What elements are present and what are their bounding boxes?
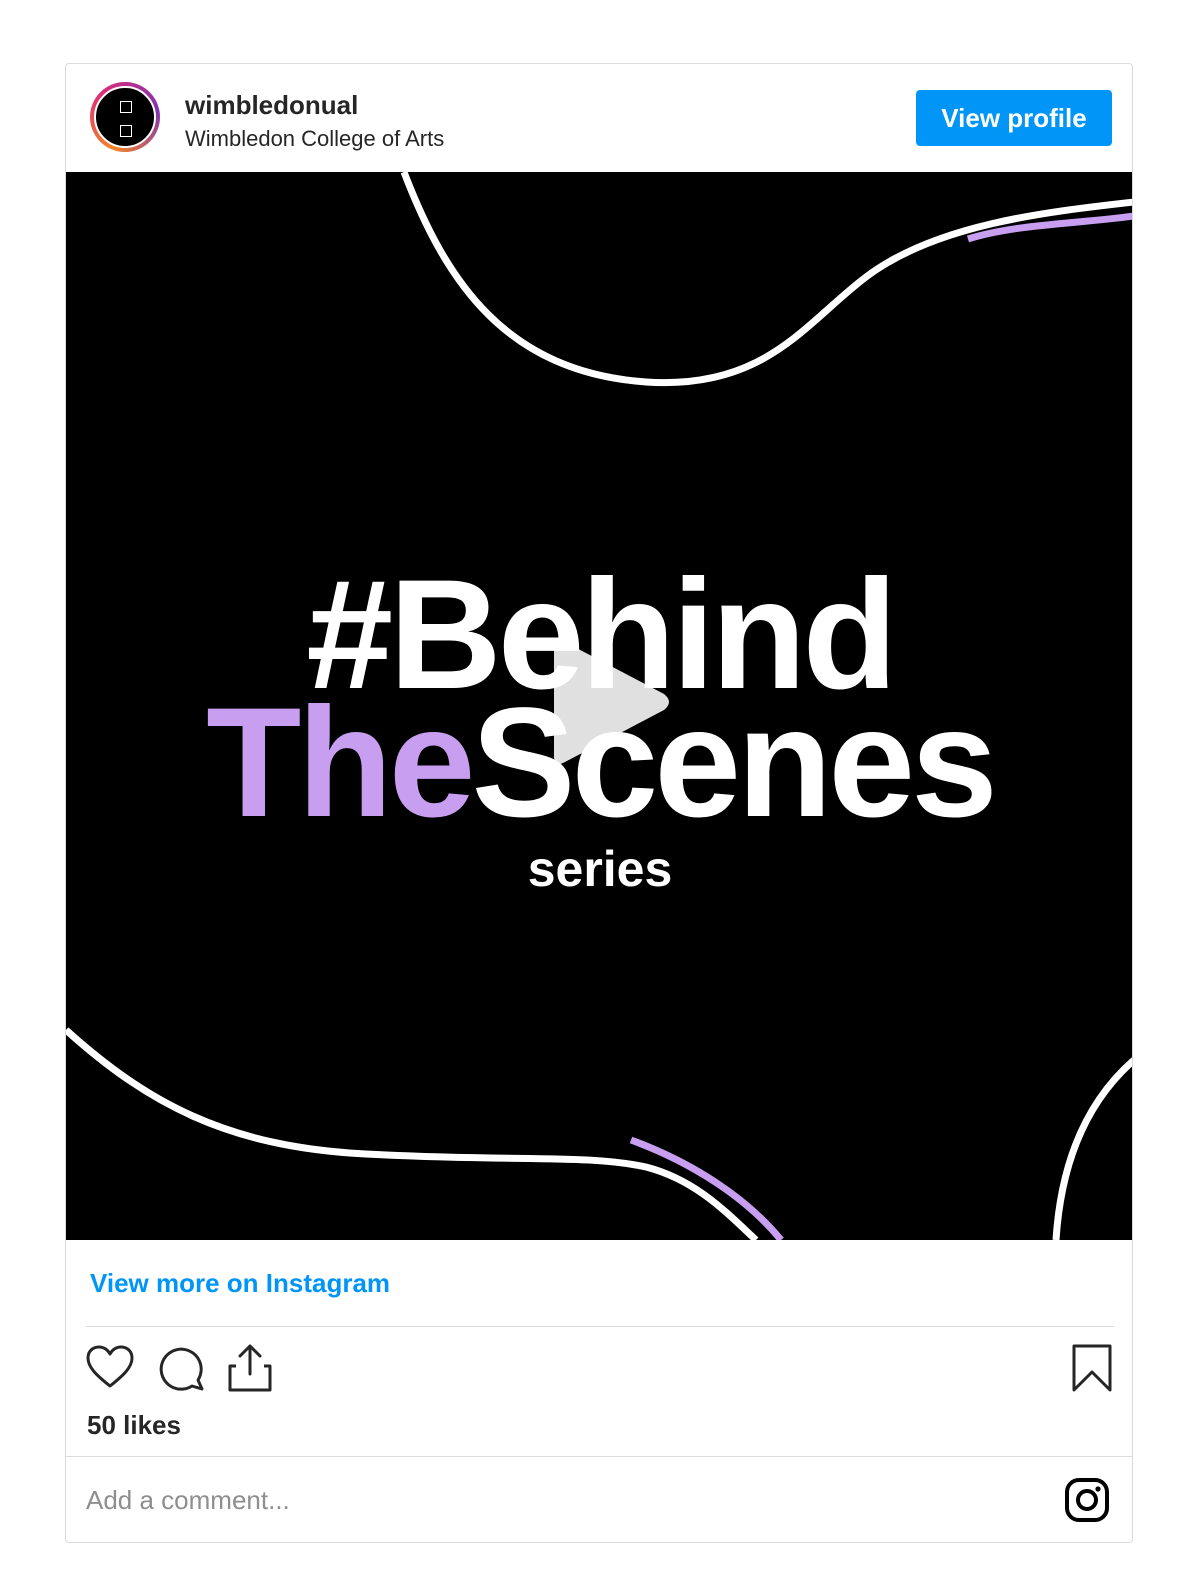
avatar-glyph (120, 125, 132, 137)
heart-icon[interactable] (84, 1342, 136, 1394)
headline-series: series (527, 841, 673, 897)
view-profile-button[interactable]: View profile (916, 90, 1112, 146)
action-bar (66, 1334, 1132, 1404)
username[interactable]: wimbledonual (185, 90, 358, 121)
avatar-glyph (120, 101, 132, 113)
divider (86, 1326, 1114, 1327)
bookmark-icon[interactable] (1066, 1342, 1118, 1394)
share-icon[interactable] (224, 1342, 276, 1394)
instagram-embed-card: wimbledonual Wimbledon College of Arts V… (65, 63, 1133, 1543)
instagram-icon[interactable] (1064, 1477, 1110, 1523)
view-more-link[interactable]: View more on Instagram (90, 1268, 390, 1299)
headline-the: The (206, 676, 475, 850)
post-header: wimbledonual Wimbledon College of Arts V… (66, 64, 1132, 172)
play-icon[interactable] (544, 634, 674, 770)
post-media[interactable]: #Behind TheScenes series (66, 172, 1132, 1240)
avatar-image (94, 86, 156, 148)
comment-icon[interactable] (154, 1342, 206, 1394)
likes-count[interactable]: 50 likes (87, 1410, 181, 1441)
avatar[interactable] (90, 82, 160, 152)
divider (66, 1456, 1132, 1457)
comment-input[interactable] (86, 1474, 986, 1526)
full-name: Wimbledon College of Arts (185, 126, 445, 151)
